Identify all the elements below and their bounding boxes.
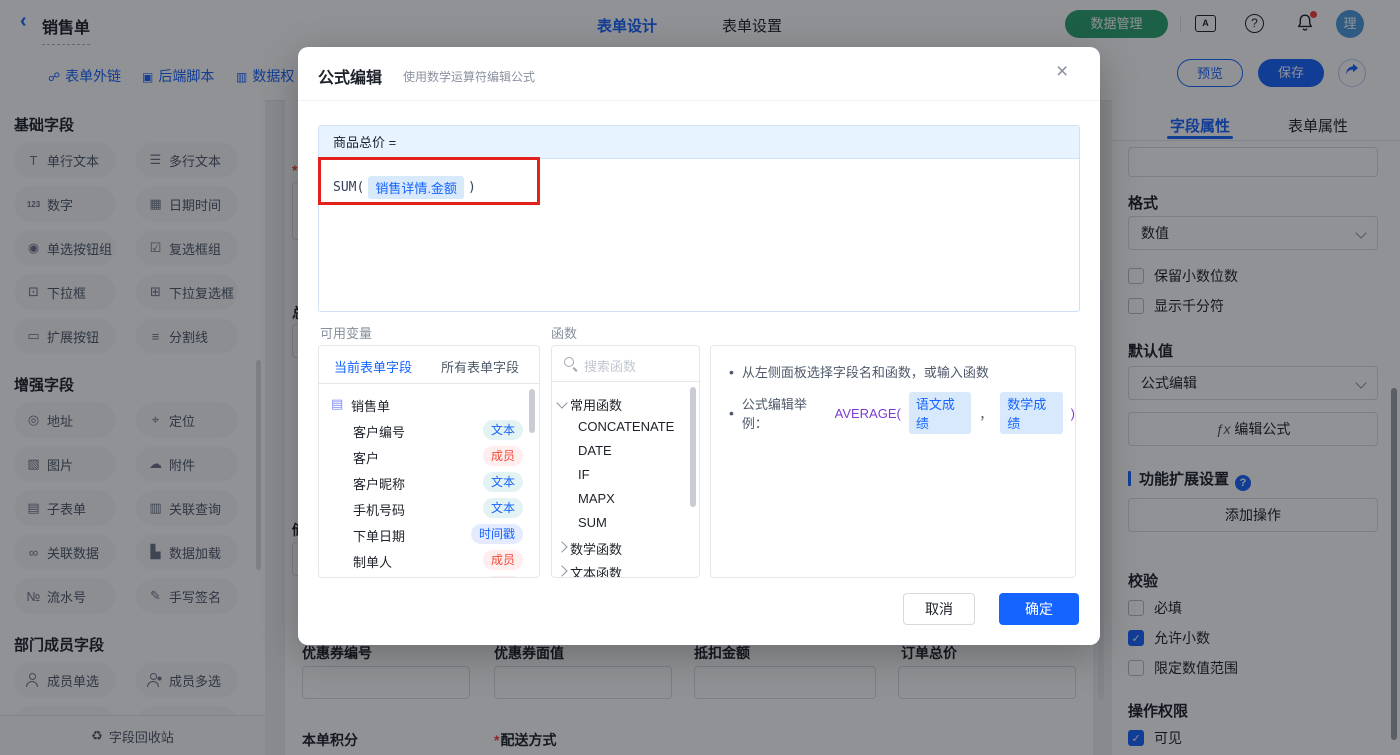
- variables-label: 可用变量: [320, 326, 373, 341]
- example-chip: 数学成绩: [1000, 392, 1063, 434]
- cancel-button[interactable]: 取消: [903, 593, 975, 625]
- search-icon: [564, 357, 577, 370]
- functions-scrollbar[interactable]: [690, 387, 696, 507]
- chevron-right-icon: [556, 541, 568, 553]
- example-chip: 语文成绩: [908, 392, 972, 434]
- help-line-2: • 公式编辑举例： AVERAGE( 语文成绩 ， 数学成绩 ): [729, 392, 1075, 434]
- formula-editor-modal: 公式编辑 使用数学运算符编辑公式 × 商品总价 = SUM( 销售详情.金额 )…: [298, 47, 1100, 645]
- formula-editor-area[interactable]: 商品总价 = SUM( 销售详情.金额 ): [318, 125, 1080, 312]
- type-tag: 成员: [482, 550, 523, 570]
- variable-row[interactable]: 下单日期 时间戳: [319, 521, 539, 547]
- function-item[interactable]: SUM: [552, 511, 699, 535]
- bullet-icon: •: [729, 363, 734, 380]
- function-group-math[interactable]: 数学函数: [552, 535, 699, 559]
- bullet-icon: •: [729, 405, 734, 421]
- search-placeholder: 搜索函数: [584, 359, 637, 374]
- variable-row[interactable]: 手机号码 文本: [319, 495, 539, 521]
- modal-header-divider: [298, 100, 1100, 101]
- form-doc-icon: ▤: [331, 396, 344, 411]
- modal-title: 公式编辑: [318, 70, 383, 87]
- variable-row[interactable]: 客户 成员: [319, 443, 539, 469]
- variable-row[interactable]: 客户编号 文本: [319, 417, 539, 443]
- chevron-down-icon: [556, 397, 568, 409]
- function-item[interactable]: DATE: [552, 439, 699, 463]
- variables-tabs: 当前表单字段 所有表单字段: [319, 346, 539, 384]
- tab-current-form-fields[interactable]: 当前表单字段: [334, 357, 412, 376]
- app-root: ‹ 销售单 表单设计 表单设置 数据管理 A ? 理 ☍ 表单外链 ▣ 后端脚本 ▥…: [0, 0, 1400, 755]
- function-search[interactable]: 搜索函数: [552, 346, 699, 382]
- close-icon[interactable]: ×: [1056, 60, 1068, 84]
- help-line-1: • 从左侧面板选择字段名和函数，或输入函数: [729, 363, 989, 381]
- type-tag: 文本: [482, 498, 523, 518]
- example-function: AVERAGE(: [834, 405, 901, 421]
- function-item[interactable]: CONCATENATE: [552, 415, 699, 439]
- function-item[interactable]: MAPX: [552, 487, 699, 511]
- functions-panel: 搜索函数 常用函数 CONCATENATE DATE IF MAPX SUM 数…: [551, 345, 700, 578]
- type-tag: 文本: [482, 420, 523, 440]
- confirm-button[interactable]: 确定: [999, 593, 1079, 625]
- functions-label: 函数: [551, 326, 578, 341]
- variables-scrollbar[interactable]: [529, 389, 535, 433]
- type-tag: 文本: [482, 472, 523, 492]
- variables-panel: 当前表单字段 所有表单字段 ▤ 销售单 客户编号 文本 客户 成员 客户昵称 文本 手…: [318, 345, 540, 578]
- tree-root-row[interactable]: ▤ 销售单: [319, 391, 539, 417]
- function-group-text[interactable]: 文本函数: [552, 559, 699, 577]
- function-item[interactable]: IF: [552, 463, 699, 487]
- tab-all-form-fields[interactable]: 所有表单字段: [441, 357, 519, 376]
- type-tag: 成员: [482, 446, 523, 466]
- function-group-common[interactable]: 常用函数: [552, 391, 699, 415]
- formula-target: 商品总价 =: [319, 126, 1079, 159]
- red-annotation-rectangle: [318, 157, 540, 205]
- variable-row-partial[interactable]: [319, 573, 539, 577]
- chevron-right-icon: [556, 565, 568, 577]
- type-tag: 时间戳: [470, 524, 523, 544]
- type-tag: [483, 576, 523, 577]
- variable-row[interactable]: 客户昵称 文本: [319, 469, 539, 495]
- modal-subtitle: 使用数学运算符编辑公式: [403, 70, 536, 84]
- variable-row[interactable]: 制单人 成员: [319, 547, 539, 573]
- help-panel: • 从左侧面板选择字段名和函数，或输入函数 • 公式编辑举例： AVERAGE( …: [710, 345, 1076, 578]
